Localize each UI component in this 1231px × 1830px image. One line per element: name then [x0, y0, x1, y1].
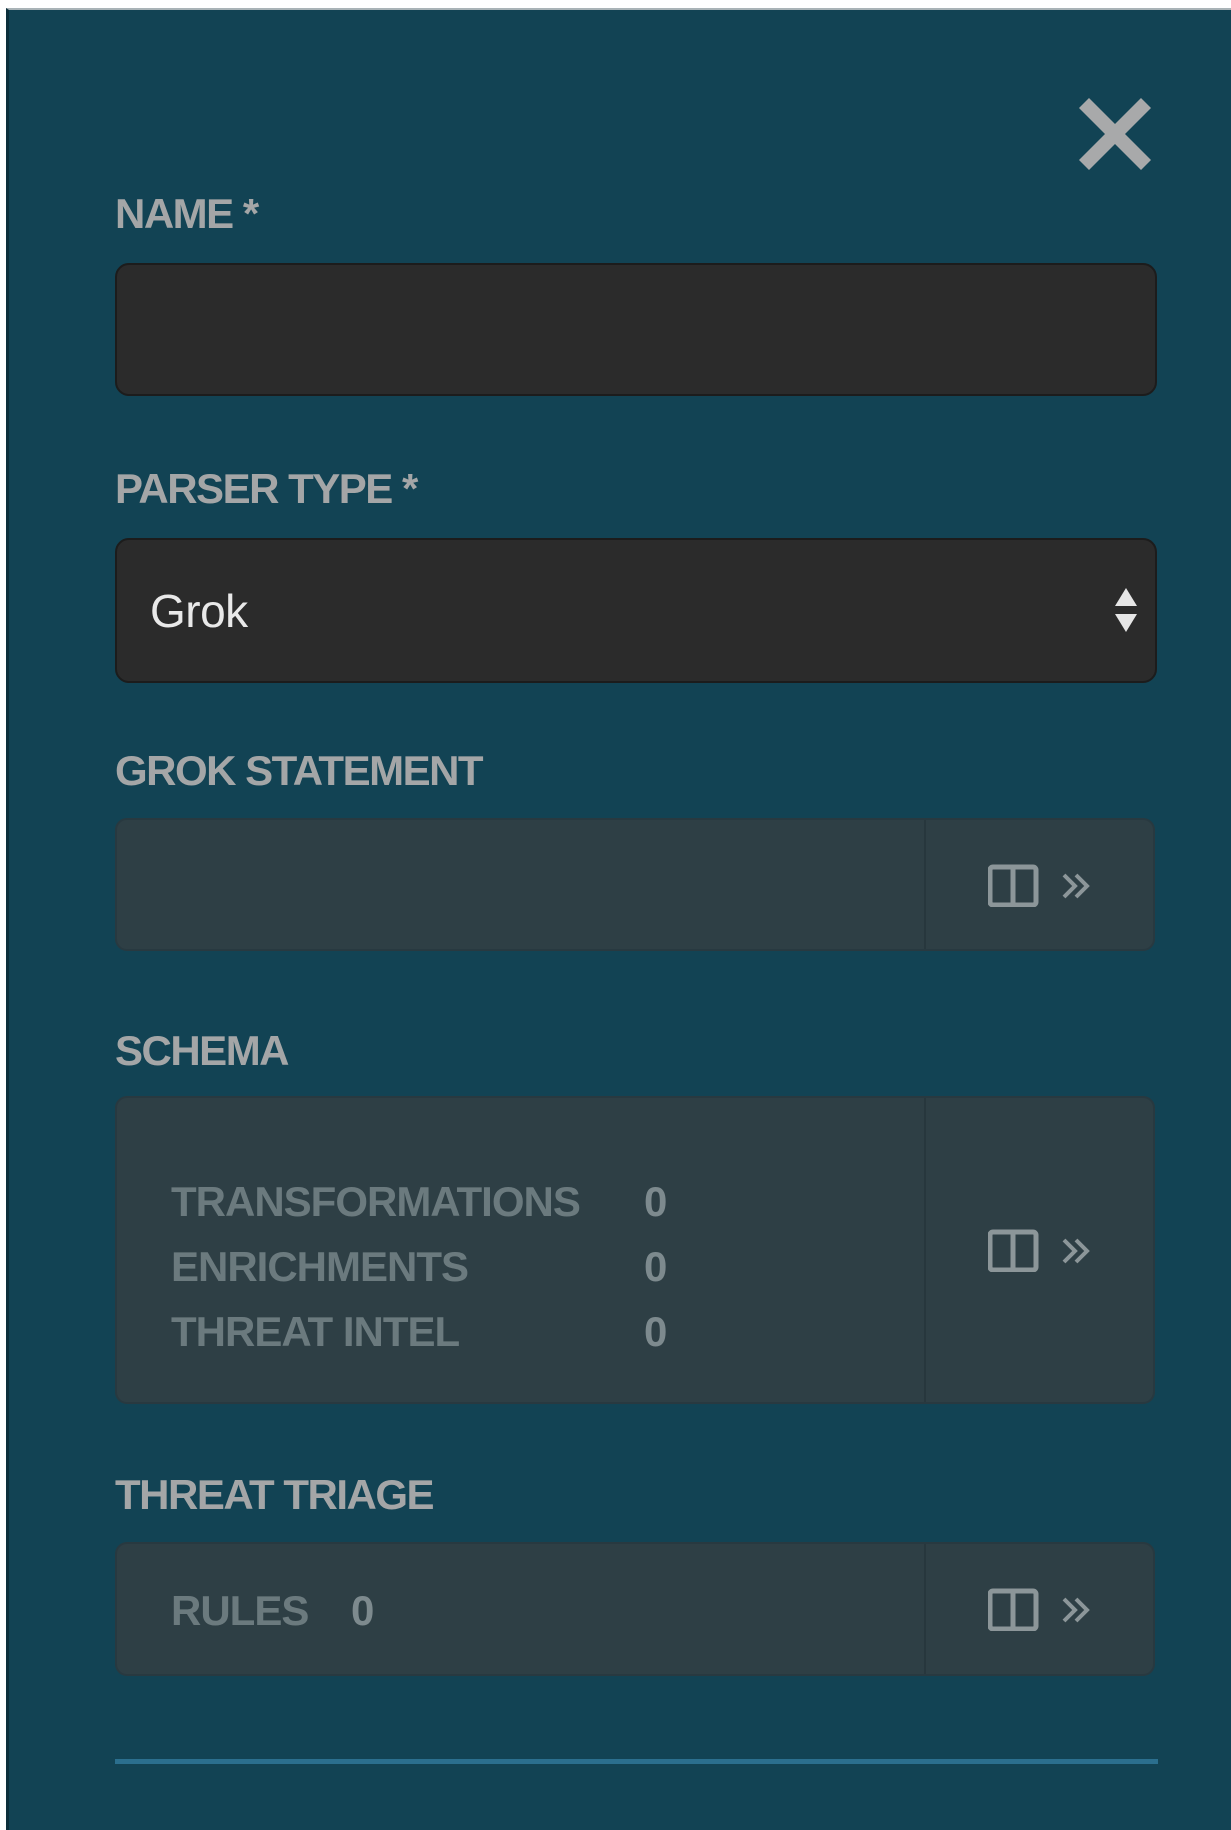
threat-triage-label: THREAT TRIAGE — [115, 1471, 435, 1518]
rules-value: 0 — [351, 1587, 375, 1634]
threat-triage-expand-button[interactable] — [926, 1544, 1153, 1674]
parser-type-value: Grok — [150, 585, 248, 637]
stat-enrichments-value: 0 — [644, 1243, 668, 1290]
select-arrows-icon — [1115, 588, 1137, 632]
split-panel-icon — [988, 1588, 1090, 1631]
schema-label: SCHEMA — [115, 1027, 290, 1074]
stat-threat-intel-value: 0 — [644, 1308, 668, 1355]
close-icon — [1079, 98, 1151, 170]
schema-card: TRANSFORMATIONS 0 ENRICHMENTS 0 THREAT I… — [115, 1096, 1155, 1404]
parser-type-select[interactable]: Grok — [115, 538, 1157, 683]
parser-type-label: PARSER TYPE * — [115, 465, 418, 512]
stat-enrichments-label: ENRICHMENTS — [171, 1243, 469, 1290]
threat-triage-card: RULES 0 — [115, 1542, 1155, 1676]
bottom-divider — [115, 1759, 1158, 1764]
split-panel-icon — [988, 864, 1090, 907]
rules-label: RULES — [171, 1587, 309, 1634]
stat-threat-intel-label: THREAT INTEL — [171, 1308, 460, 1355]
schema-expand-button[interactable] — [926, 1098, 1153, 1402]
stat-transformations-label: TRANSFORMATIONS — [171, 1178, 581, 1225]
split-panel-icon — [988, 1229, 1090, 1272]
close-button[interactable] — [1075, 92, 1155, 172]
name-label: NAME * — [115, 190, 259, 237]
grok-statement-card — [115, 818, 1155, 951]
stat-transformations-value: 0 — [644, 1178, 668, 1225]
sensor-config-panel: NAME * PARSER TYPE * Grok GROK STATEMENT… — [6, 8, 1231, 1830]
grok-statement-expand-button[interactable] — [926, 820, 1153, 949]
name-input[interactable] — [115, 263, 1157, 396]
grok-statement-label: GROK STATEMENT — [115, 747, 484, 794]
